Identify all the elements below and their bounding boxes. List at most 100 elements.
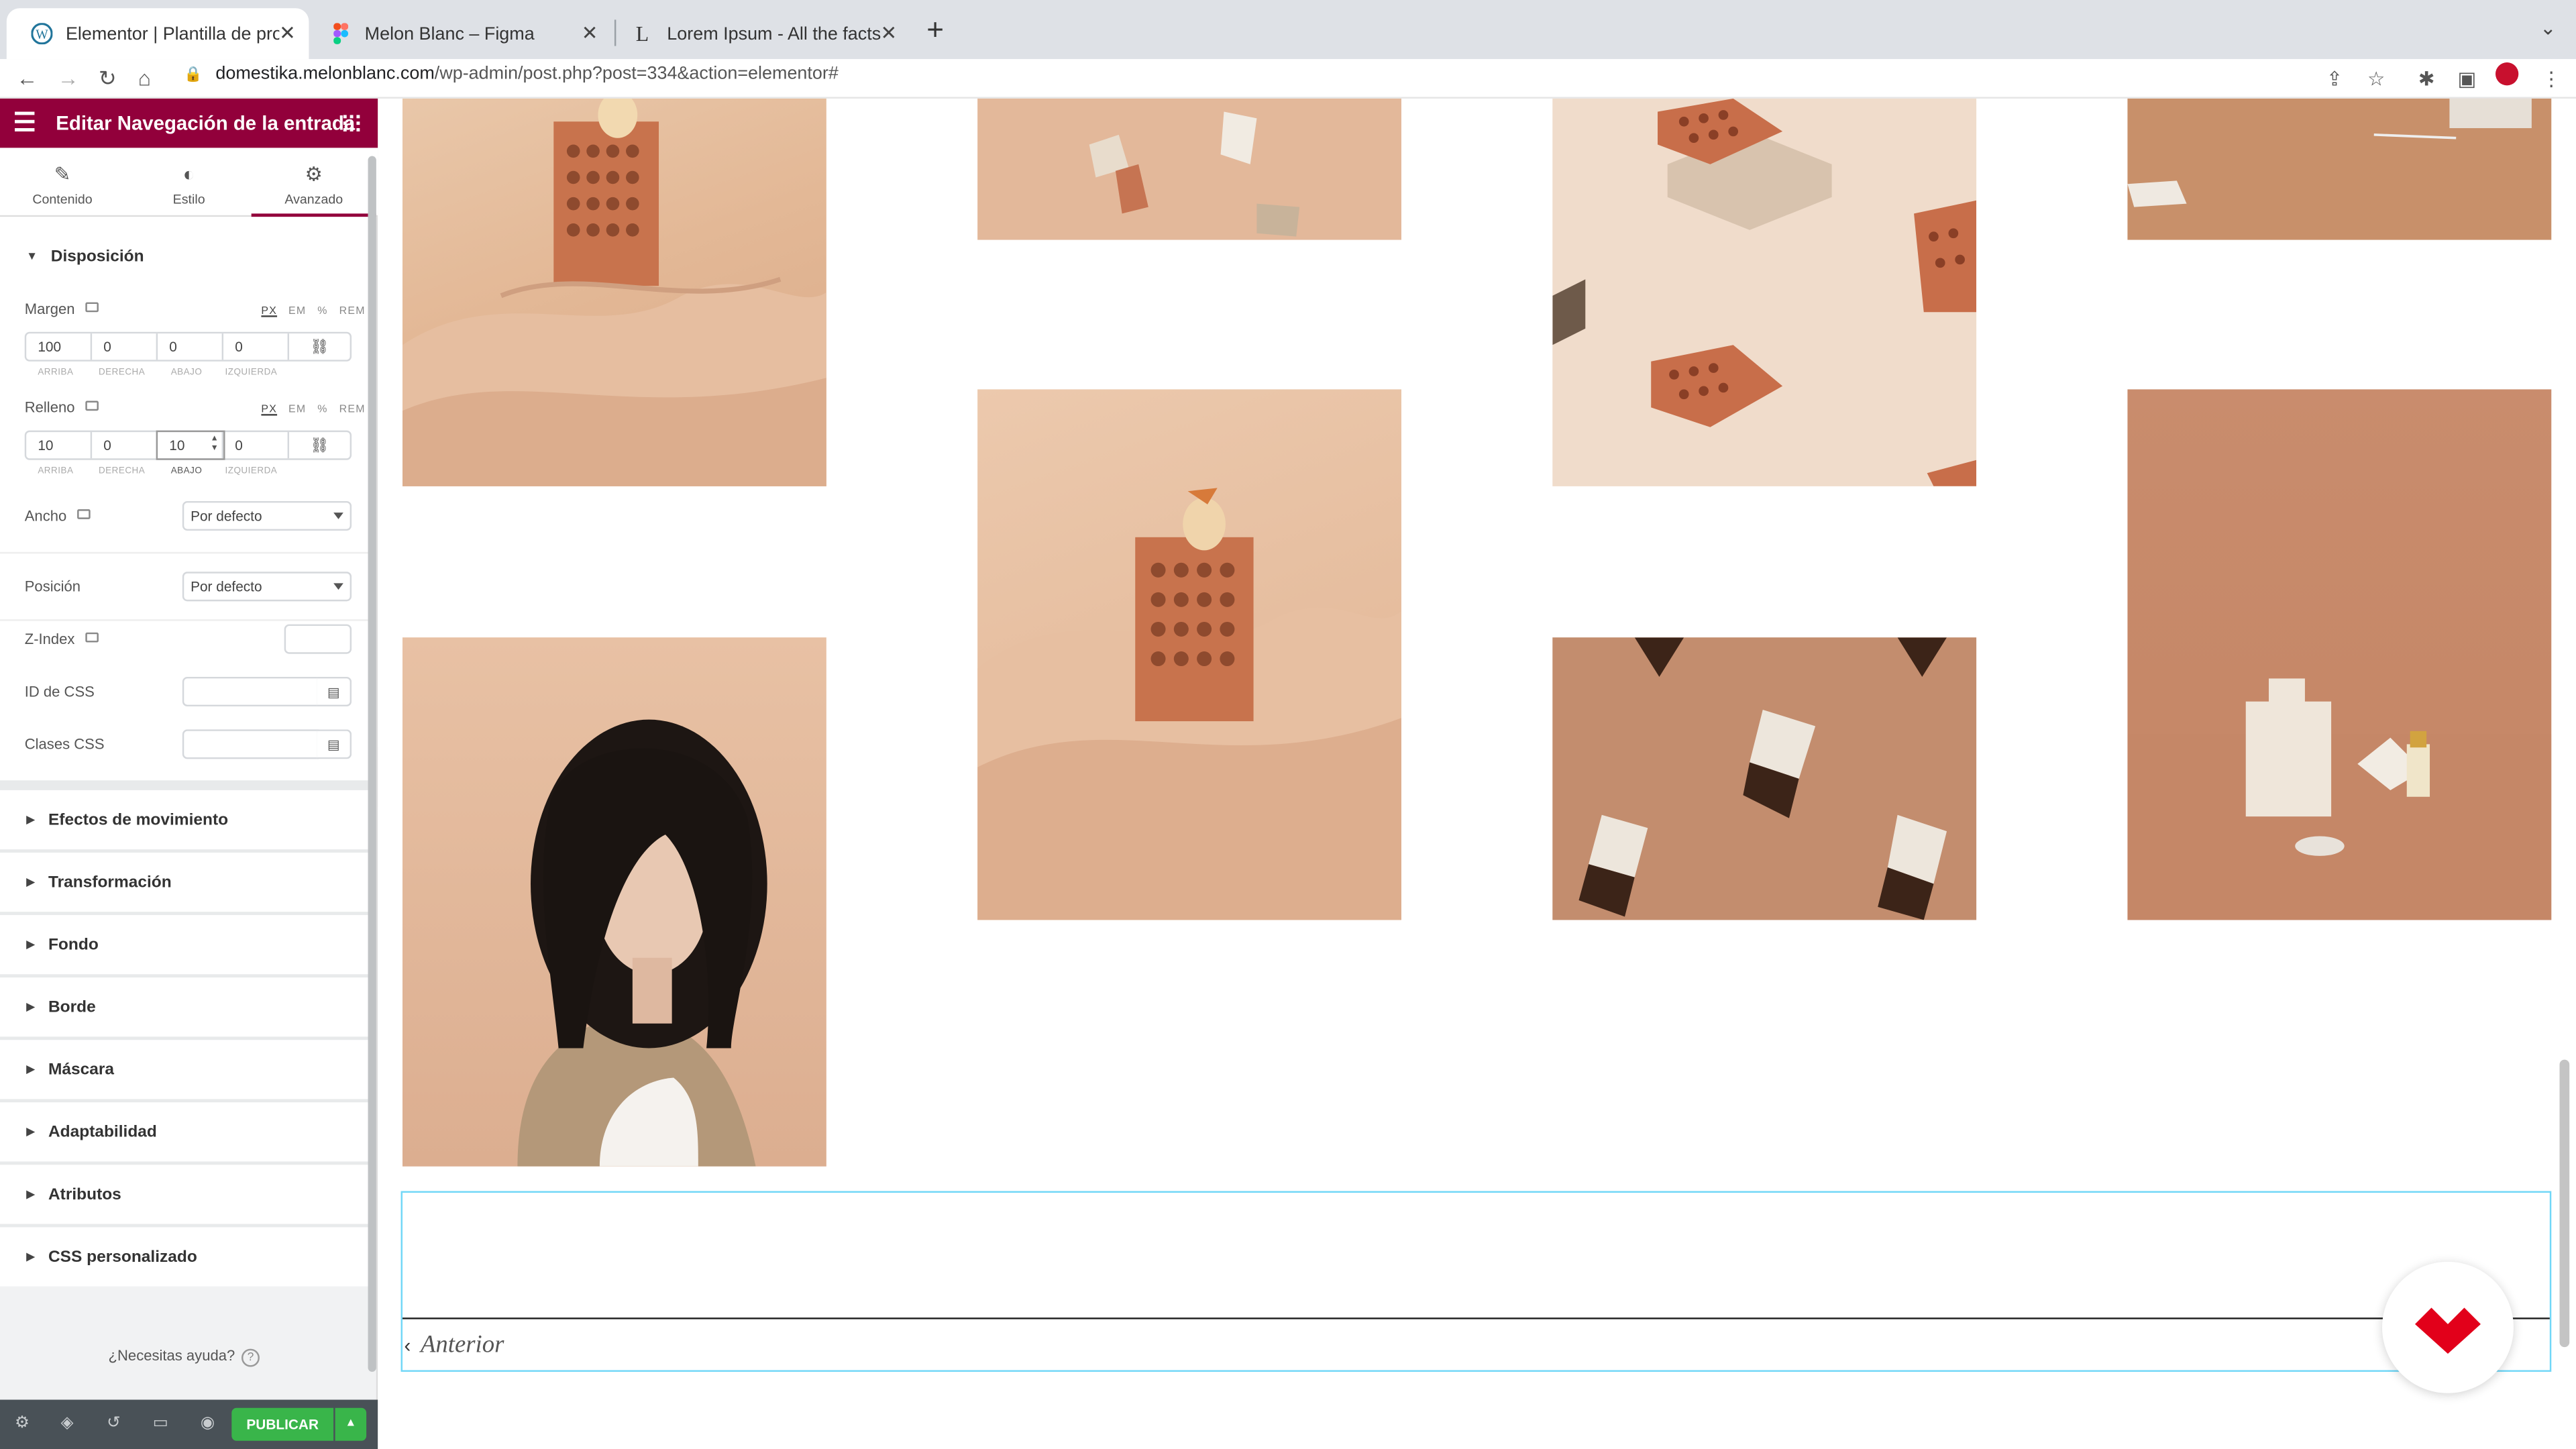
browser-tab-elementor[interactable]: W Elementor | Plantilla de proyecto ✕	[6, 8, 309, 60]
panel-scrollbar[interactable]	[368, 156, 376, 1372]
chevron-down-icon[interactable]: ⌄	[2540, 16, 2557, 39]
url-field[interactable]: 🔒 domestika.melonblanc.com /wp-admin/pos…	[184, 64, 839, 84]
gallery-image-objects-top[interactable]	[2127, 98, 2552, 240]
desktop-icon	[85, 400, 98, 411]
database-icon[interactable]: ▤	[317, 676, 352, 707]
padding-units[interactable]: PX EM % REM	[261, 404, 365, 415]
reload-icon[interactable]: ↻	[99, 66, 117, 92]
gallery-image-woman-portrait[interactable]	[402, 637, 826, 1167]
share-icon[interactable]: ⇪	[2326, 67, 2343, 90]
margin-left-input[interactable]: 0	[223, 333, 290, 360]
responsive-icon[interactable]: ▭	[153, 1415, 168, 1433]
section-mascara[interactable]: ▶ Máscara	[0, 1040, 368, 1099]
caret-down-icon: ▼	[26, 250, 38, 262]
home-icon[interactable]: ⌂	[138, 66, 151, 91]
tab-avanzado[interactable]: ⚙ Avanzado	[251, 148, 376, 217]
url-path: /wp-admin/post.php?post=334&action=eleme…	[434, 64, 839, 84]
layers-icon[interactable]: ◈	[61, 1415, 74, 1433]
page-scrollbar[interactable]	[2559, 1059, 2570, 1348]
width-select[interactable]: Por defecto	[182, 500, 352, 531]
gallery-image-cubes[interactable]	[1552, 637, 1977, 920]
extensions-icon[interactable]: ✱	[2418, 67, 2435, 90]
caret-right-icon: ▶	[26, 814, 36, 826]
address-bar: ← → ↻ ⌂ 🔒 domestika.melonblanc.com /wp-a…	[0, 59, 2576, 99]
navigation-divider	[402, 1318, 2550, 1320]
tab-title: Melon Blanc – Figma	[364, 23, 535, 44]
margin-right-input[interactable]: 0	[92, 333, 158, 360]
forward-icon[interactable]: →	[58, 66, 79, 91]
gallery-image-ceramic-still-life[interactable]	[2127, 389, 2552, 920]
panel-tabs: ✎ Contenido ◐ Estilo ⚙ Avanzado	[0, 148, 378, 217]
css-id-input[interactable]	[182, 676, 319, 707]
section-disposicion[interactable]: ▼ Disposición	[0, 226, 368, 286]
side-label: DERECHA	[98, 368, 146, 378]
close-icon[interactable]: ✕	[582, 21, 598, 44]
browser-tab-bar: W Elementor | Plantilla de proyecto ✕ Me…	[0, 0, 2576, 60]
more-menu-icon[interactable]: ⋮	[2542, 67, 2561, 90]
section-fondo[interactable]: ▶ Fondo	[0, 915, 368, 975]
hamburger-icon[interactable]	[15, 111, 35, 131]
publish-options-button[interactable]: ▲	[335, 1407, 367, 1441]
caret-right-icon: ▶	[26, 1252, 36, 1264]
padding-bottom-input[interactable]: 10 ▲ ▼	[156, 430, 225, 460]
back-icon[interactable]: ←	[16, 66, 38, 91]
side-label: IZQUIERDA	[225, 466, 278, 477]
gear-icon: ⚙	[305, 162, 323, 186]
tab-contenido[interactable]: ✎ Contenido	[0, 148, 125, 217]
side-panel-icon[interactable]: ▣	[2458, 67, 2477, 90]
gallery-image-brick-fabric[interactable]	[402, 98, 826, 486]
dropdown-arrow-icon	[333, 513, 343, 519]
publish-button[interactable]: PUBLICAR	[231, 1407, 334, 1441]
css-classes-label: Clases CSS	[24, 736, 105, 753]
padding-left-input[interactable]: 0	[223, 432, 290, 459]
settings-icon[interactable]: ⚙	[15, 1415, 30, 1433]
margin-top-input[interactable]: 100	[26, 333, 93, 360]
side-label: DERECHA	[98, 466, 146, 477]
padding-right-input[interactable]: 0	[92, 432, 158, 459]
help-link[interactable]: ¿Necesitas ayuda??	[0, 1347, 368, 1367]
domestika-logo[interactable]	[2382, 1261, 2514, 1393]
database-icon[interactable]: ▤	[317, 729, 352, 759]
section-css-personalizado[interactable]: ▶ CSS personalizado	[0, 1227, 368, 1287]
preview-eye-icon[interactable]: ◉	[201, 1415, 215, 1433]
bookmark-star-icon[interactable]: ☆	[2367, 67, 2385, 90]
browser-tab-lipsum[interactable]: L Lorem Ipsum - All the facts - Li ✕	[608, 8, 910, 59]
css-classes-input[interactable]	[182, 729, 319, 759]
apps-grid-icon[interactable]	[343, 115, 360, 131]
side-label: ABAJO	[170, 466, 203, 477]
padding-label: Relleno	[25, 399, 98, 416]
position-select[interactable]: Por defecto	[182, 572, 352, 602]
gallery-image-brick-pattern[interactable]	[1552, 98, 1977, 486]
browser-tab-figma[interactable]: Melon Blanc – Figma ✕	[306, 8, 612, 59]
caret-right-icon: ▶	[26, 1189, 36, 1201]
section-efectos-movimiento[interactable]: ▶ Efectos de movimiento	[0, 790, 368, 850]
section-transformacion[interactable]: ▶ Transformación	[0, 853, 368, 912]
margin-units[interactable]: PX EM % REM	[261, 306, 365, 317]
section-atributos[interactable]: ▶ Atributos	[0, 1165, 368, 1224]
link-icon[interactable]: ⛓	[289, 432, 350, 458]
gallery-image-falling-blocks[interactable]	[977, 98, 1401, 240]
padding-top-input[interactable]: 10	[26, 432, 93, 459]
tab-estilo[interactable]: ◐ Estilo	[127, 148, 252, 217]
lipsum-icon: L	[635, 20, 649, 46]
post-navigation-widget[interactable]	[400, 1191, 2552, 1372]
gallery-image-brick-egg[interactable]	[977, 389, 1401, 920]
close-icon[interactable]: ✕	[279, 21, 296, 44]
previous-post-link[interactable]: ‹ Anterior	[404, 1332, 504, 1360]
history-icon[interactable]: ↺	[107, 1415, 121, 1433]
close-icon[interactable]: ✕	[881, 21, 898, 44]
new-tab-button[interactable]: +	[926, 13, 944, 48]
wordpress-icon: W	[30, 22, 52, 45]
link-icon[interactable]: ⛓	[289, 333, 350, 360]
section-adaptabilidad[interactable]: ▶ Adaptabilidad	[0, 1102, 368, 1162]
zindex-input[interactable]	[284, 624, 352, 654]
chevron-left-icon: ‹	[404, 1334, 411, 1357]
profile-avatar[interactable]	[2496, 62, 2519, 86]
section-borde[interactable]: ▶ Borde	[0, 977, 368, 1037]
margin-label: Margen	[25, 301, 98, 317]
margin-inputs: 100 0 0 0 ⛓	[24, 331, 352, 362]
contrast-icon: ◐	[182, 162, 195, 186]
screen: W Elementor | Plantilla de proyecto ✕ Me…	[0, 0, 2576, 1449]
caret-right-icon: ▶	[26, 939, 36, 951]
margin-bottom-input[interactable]: 0	[158, 333, 224, 360]
